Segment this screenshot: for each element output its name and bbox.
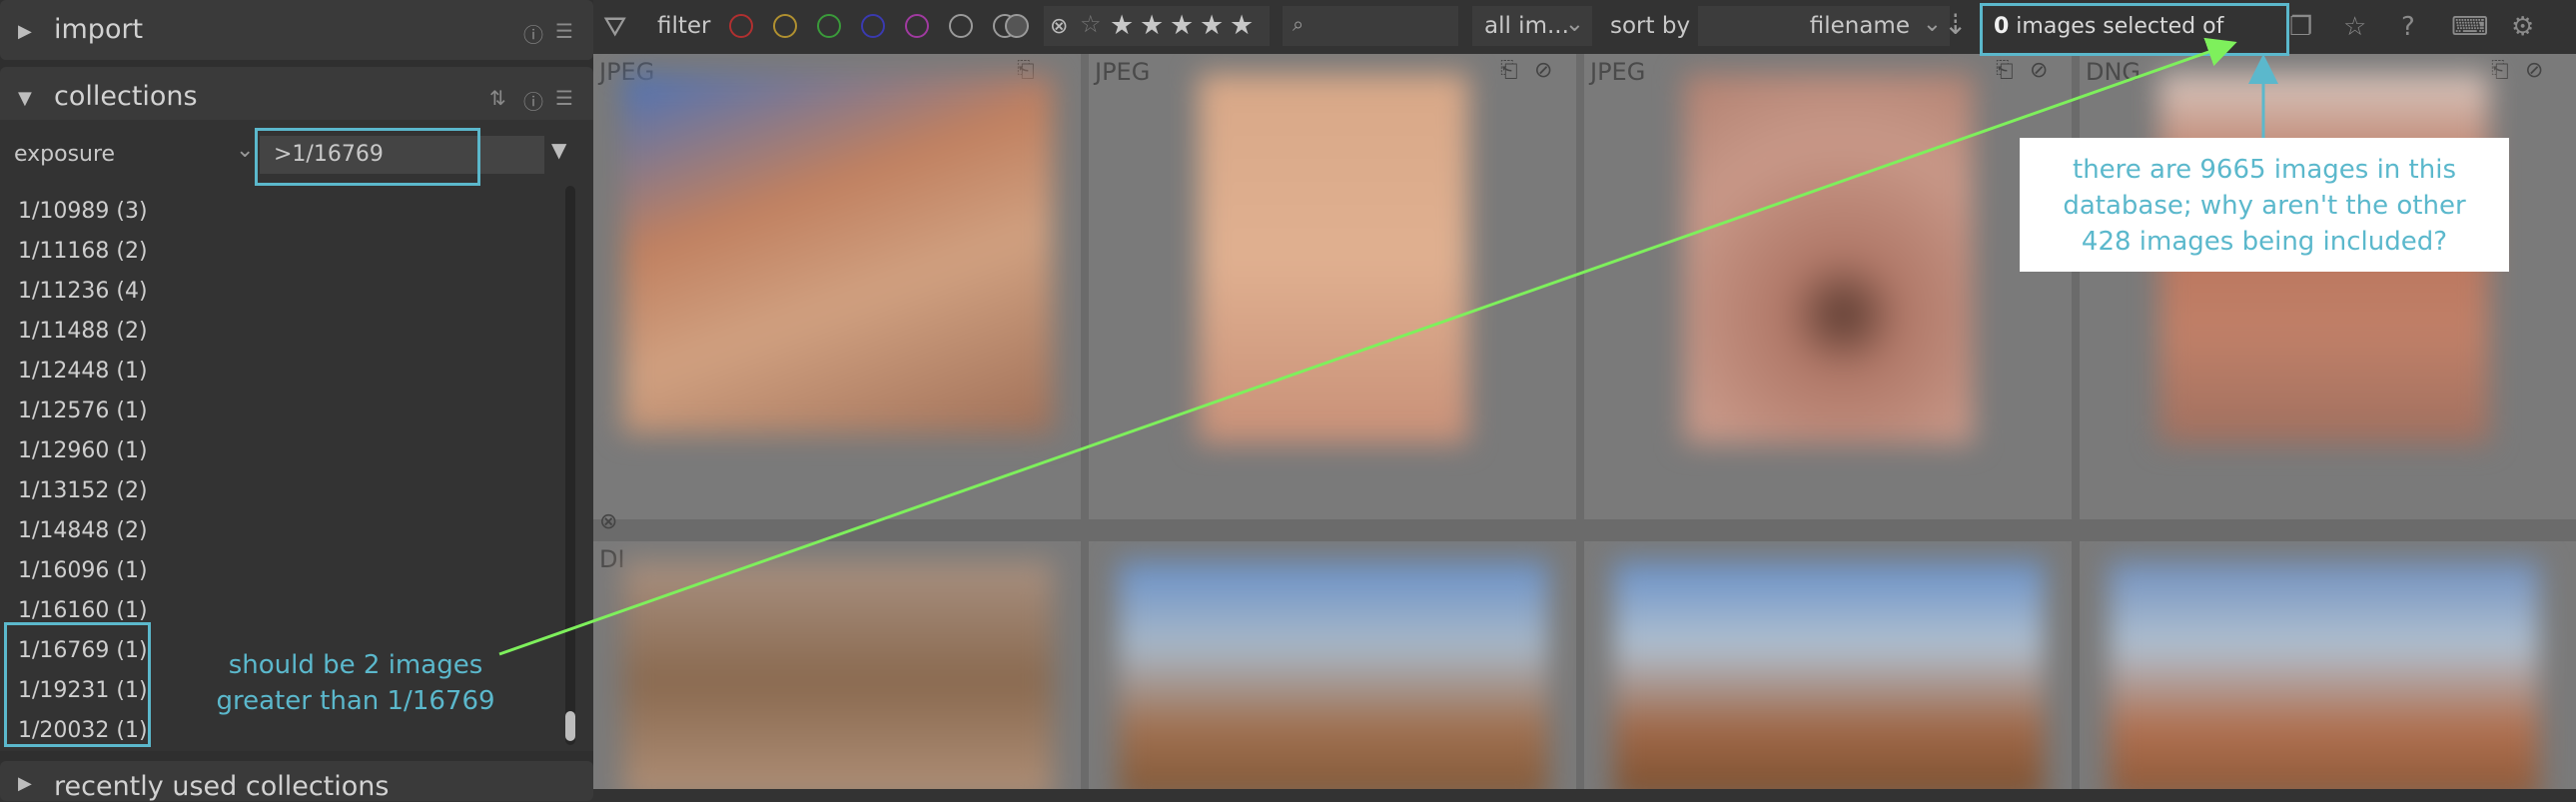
search-icon: ⌕	[1292, 12, 1304, 36]
reset-icon[interactable]: ⓘ	[523, 86, 543, 115]
search-input[interactable]: ⌕	[1283, 6, 1458, 46]
view-filter-select[interactable]: all im... ⌄	[1472, 6, 1592, 46]
grouped-icon: ⊘	[2030, 58, 2049, 83]
altered-icon: ⎗	[2491, 58, 2509, 83]
list-highlight-box	[4, 622, 151, 747]
altered-icon: ⎗	[1996, 58, 2014, 83]
red-label-filter-icon[interactable]	[729, 14, 753, 38]
annotation-callout-text: there are 9665 images in this database; …	[2063, 155, 2466, 257]
grouping-icon[interactable]: ❐	[2289, 12, 2312, 42]
thumbnail-cell[interactable]: DNG ⎗ ⊘	[2080, 54, 2576, 519]
rule-highlight-box	[255, 128, 480, 186]
grouped-icon: ⊘	[2525, 58, 2544, 83]
gear-icon[interactable]: ⚙	[2511, 12, 2534, 42]
view-filter-value: all im...	[1484, 13, 1569, 39]
thumbnail-cell[interactable]: JPEG ⎗ ⊘	[1089, 54, 1576, 519]
help-icon[interactable]: ?	[2401, 12, 2415, 42]
thumbnail-image	[623, 74, 1053, 433]
presets-menu-icon[interactable]: ☰	[555, 86, 573, 110]
rejected-icon[interactable]: ⊗	[1050, 14, 1068, 39]
green-label-filter-icon[interactable]	[817, 14, 841, 38]
recent-collections-title: recently used collections	[54, 771, 390, 802]
thumbnail-format: DNG	[2086, 58, 2142, 86]
star-2-icon[interactable]: ★	[1140, 10, 1164, 41]
thumbnail-format: JPEG	[1095, 58, 1151, 86]
thumbnail-format: DI	[599, 545, 625, 573]
thumbnail-close-icon[interactable]: ⊗	[599, 509, 617, 534]
recent-collections-header[interactable]: ▶ recently used collections	[0, 761, 593, 802]
filter-icon[interactable]: ⛛	[603, 10, 627, 44]
grouped-icon: ⊘	[1534, 58, 1553, 83]
expand-triangle-icon[interactable]: ▶	[18, 773, 32, 794]
list-item[interactable]: 1/11236 (4)	[0, 272, 559, 312]
reset-icon[interactable]: ⓘ	[523, 19, 543, 48]
list-item[interactable]: 1/13152 (2)	[0, 471, 559, 511]
annotation-callout-box: there are 9665 images in this database; …	[2020, 138, 2509, 272]
thumbnail-image	[1684, 74, 1974, 443]
filter-label: filter	[657, 13, 711, 39]
keyboard-shortcuts-icon[interactable]: ⌨	[2451, 12, 2489, 42]
list-item[interactable]: 1/11168 (2)	[0, 232, 559, 272]
sort-field-value: filename	[1809, 13, 1910, 39]
presets-menu-icon[interactable]: ☰	[555, 19, 573, 43]
chevron-down-icon: ⌄	[1922, 11, 1942, 37]
star-1-icon[interactable]: ★	[1110, 10, 1134, 41]
sort-by-label: sort by	[1610, 13, 1691, 39]
collections-module-title: collections	[54, 81, 198, 112]
list-item[interactable]: 1/12448 (1)	[0, 352, 559, 392]
star-5-icon[interactable]: ★	[1230, 10, 1254, 41]
import-module-header[interactable]: ▶ import ⓘ ☰	[0, 0, 593, 60]
import-module-title: import	[54, 14, 144, 45]
blue-label-filter-icon[interactable]	[861, 14, 885, 38]
scrollbar-thumb[interactable]	[565, 711, 575, 741]
star-icon[interactable]: ☆	[2343, 12, 2366, 42]
list-item[interactable]: 1/12576 (1)	[0, 392, 559, 431]
not-rated-icon[interactable]: ☆	[1080, 10, 1102, 38]
star-4-icon[interactable]: ★	[1200, 10, 1224, 41]
sort-direction-icon[interactable]: ⇣	[1944, 8, 1967, 41]
thumbnail-cell[interactable]	[1584, 541, 2072, 789]
count-highlight-box	[1980, 3, 2289, 56]
gray-label-filter-icon[interactable]	[949, 14, 973, 38]
rule-menu-icon[interactable]: ▼	[551, 138, 566, 162]
thumbnail-cell[interactable]: JPEG ⎗	[593, 54, 1081, 519]
thumbnail-image	[1119, 561, 1548, 789]
chevron-down-icon: ⌄	[1564, 11, 1584, 37]
sort-field-select[interactable]: filename ⌄	[1698, 6, 1950, 46]
expand-triangle-icon[interactable]: ▶	[18, 21, 32, 42]
list-item[interactable]: 1/10989 (3)	[0, 192, 559, 232]
list-item[interactable]: 1/11488 (2)	[0, 312, 559, 352]
list-scrollbar[interactable]	[565, 186, 575, 745]
purple-label-filter-icon[interactable]	[905, 14, 929, 38]
annotation-note-text: should be 2 images greater than 1/16769	[216, 650, 495, 716]
chevron-down-icon[interactable]: ⌄	[236, 138, 254, 163]
list-item[interactable]: 1/16096 (1)	[0, 551, 559, 591]
thumbnail-cell[interactable]	[1089, 541, 1576, 789]
list-item[interactable]: 1/12960 (1)	[0, 431, 559, 471]
thumbnail-cell[interactable]	[2080, 541, 2576, 789]
rating-filter[interactable]: ⊗ ☆ ★ ★ ★ ★ ★	[1044, 6, 1270, 46]
collections-module-header[interactable]: ▼ collections ⇅ ⓘ ☰	[0, 67, 593, 127]
thumbnail-image	[1614, 561, 2044, 789]
property-select[interactable]: exposure	[14, 142, 115, 167]
thumbnail-format: JPEG	[1590, 58, 1646, 86]
yellow-label-filter-icon[interactable]	[773, 14, 797, 38]
altered-icon: ⎗	[1500, 58, 1518, 83]
list-item[interactable]: 1/14848 (2)	[0, 511, 559, 551]
thumbnail-cell[interactable]: JPEG ⎗ ⊘	[1584, 54, 2072, 519]
star-3-icon[interactable]: ★	[1170, 10, 1194, 41]
thumbnail-image	[1199, 74, 1468, 443]
thumbnail-cell[interactable]: DI	[593, 541, 1081, 789]
sort-order-icon[interactable]: ⇅	[489, 86, 506, 110]
thumbnail-image	[623, 561, 1053, 789]
thumbnail-image	[2110, 561, 2539, 789]
collapse-triangle-icon[interactable]: ▼	[18, 88, 32, 109]
color-operator-icon-overlap	[1005, 14, 1029, 38]
